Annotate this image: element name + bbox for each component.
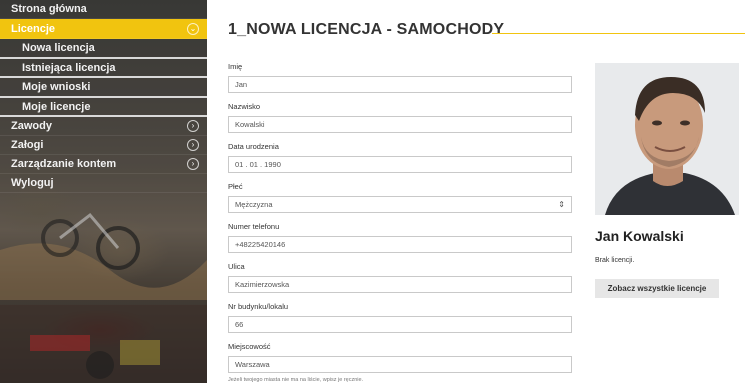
sidebar-item-label: Załogi bbox=[11, 139, 44, 151]
sidebar: Strona główna Licencje ⌄ Nowa licencja Is… bbox=[0, 0, 207, 383]
updown-arrows-icon: ⇕ bbox=[558, 200, 565, 209]
sidebar-item-label: Istniejąca licencja bbox=[22, 61, 116, 74]
sidebar-item-label: Nowa licencja bbox=[22, 42, 95, 54]
sidebar-item-logout[interactable]: Wyloguj bbox=[0, 174, 207, 193]
street-label: Ulica bbox=[228, 262, 245, 271]
city-label: Miejscowość bbox=[228, 342, 271, 351]
sidebar-item-label: Wyloguj bbox=[11, 177, 54, 189]
birth-date-label: Data urodzenia bbox=[228, 142, 279, 151]
sidebar-item-competitions[interactable]: Zawody › bbox=[0, 117, 207, 136]
avatar bbox=[595, 63, 739, 215]
sidebar-item-label: Licencje bbox=[11, 23, 56, 35]
sidebar-item-label: Moje licencje bbox=[22, 100, 91, 113]
sidebar-item-label: Moje wnioski bbox=[22, 81, 91, 93]
sidebar-menu: Strona główna Licencje ⌄ Nowa licencja Is… bbox=[0, 0, 207, 193]
chevron-right-icon[interactable]: › bbox=[187, 139, 199, 151]
city-hint: Jeżeli twojego miasta nie ma na liście, … bbox=[228, 377, 364, 383]
sidebar-item-account[interactable]: Zarządzanie kontem › bbox=[0, 155, 207, 174]
building-number-input[interactable]: 66 bbox=[228, 316, 572, 333]
sidebar-item-existing-license[interactable]: Istniejąca licencja bbox=[0, 59, 207, 78]
city-input[interactable]: Warszawa bbox=[228, 356, 572, 373]
sidebar-item-my-applications[interactable]: Moje wnioski bbox=[0, 78, 207, 98]
sidebar-item-licenses[interactable]: Licencje ⌄ bbox=[0, 19, 207, 39]
chevron-down-icon[interactable]: ⌄ bbox=[187, 23, 199, 35]
last-name-input[interactable]: Kowalski bbox=[228, 116, 572, 133]
first-name-input[interactable]: Jan bbox=[228, 76, 572, 93]
gender-label: Płeć bbox=[228, 182, 243, 191]
chevron-right-icon[interactable]: › bbox=[187, 120, 199, 132]
profile-name: Jan Kowalski bbox=[595, 228, 684, 244]
gender-select-value: Mężczyzna bbox=[235, 200, 273, 209]
page-title: 1_NOWA LICENCJA - SAMOCHODY bbox=[228, 21, 505, 38]
birth-date-input[interactable]: 01 . 01 . 1990 bbox=[228, 156, 572, 173]
sidebar-item-home[interactable]: Strona główna bbox=[0, 0, 207, 19]
phone-label: Numer telefonu bbox=[228, 222, 280, 231]
last-name-label: Nazwisko bbox=[228, 102, 261, 111]
sidebar-item-label: Zawody bbox=[11, 120, 52, 132]
sidebar-item-new-license[interactable]: Nowa licencja bbox=[0, 39, 207, 59]
page-header: 1_NOWA LICENCJA - SAMOCHODY bbox=[228, 21, 745, 43]
sidebar-item-crews[interactable]: Załogi › bbox=[0, 136, 207, 155]
street-input[interactable]: Kazimierzowska bbox=[228, 276, 572, 293]
title-divider bbox=[492, 33, 745, 34]
phone-input[interactable]: +48225420146 bbox=[228, 236, 572, 253]
gender-select[interactable]: Mężczyzna ⇕ bbox=[228, 196, 572, 213]
view-all-licenses-button[interactable]: Zobacz wszystkie licencje bbox=[595, 279, 719, 298]
building-number-label: Nr budynku/lokalu bbox=[228, 302, 289, 311]
sidebar-item-my-licenses[interactable]: Moje licencje bbox=[0, 98, 207, 117]
sidebar-item-label: Zarządzanie kontem bbox=[11, 158, 117, 170]
license-status: Brak licencji. bbox=[595, 257, 635, 264]
first-name-label: Imię bbox=[228, 62, 243, 71]
sidebar-item-label: Strona główna bbox=[11, 3, 87, 15]
chevron-right-icon[interactable]: › bbox=[187, 158, 199, 170]
avatar-portrait bbox=[595, 63, 739, 215]
